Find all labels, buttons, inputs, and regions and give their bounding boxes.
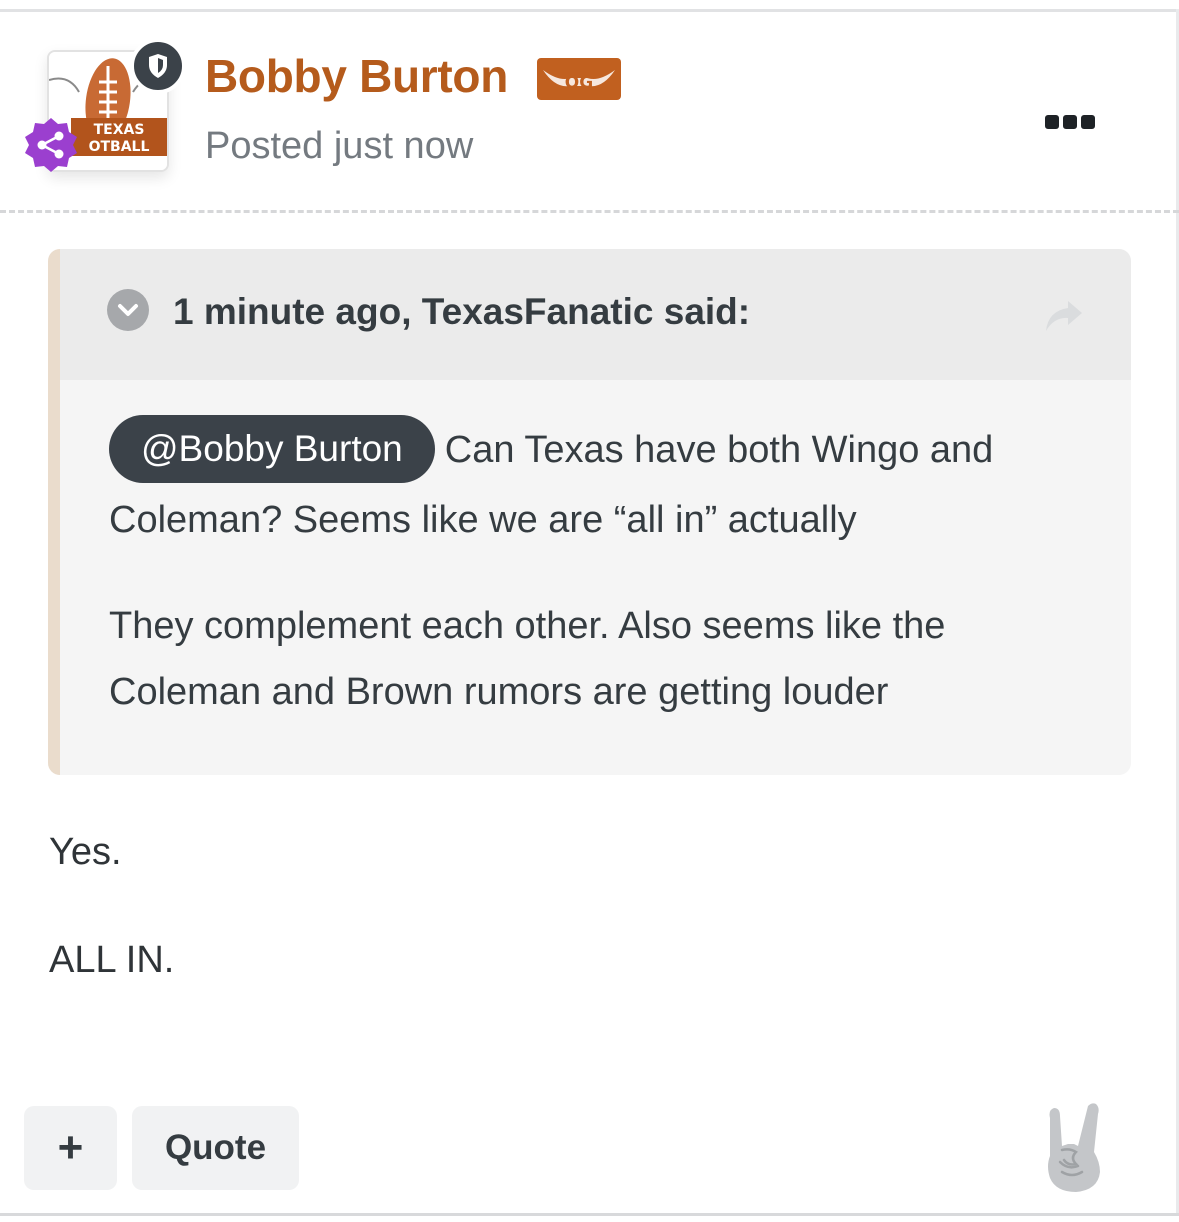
quote-text: @Bobby Burton Can Texas have both Wingo a… <box>109 415 1109 725</box>
user-mention[interactable]: @Bobby Burton <box>109 415 435 483</box>
author-name[interactable]: Bobby Burton <box>205 48 508 104</box>
quote-citation[interactable]: 1 minute ago, TexasFanatic said: <box>173 287 750 337</box>
chevron-down-icon[interactable] <box>107 289 149 331</box>
quote-line: Coleman? Seems like we are “all in” actu… <box>109 499 857 541</box>
share-network-icon <box>25 118 77 172</box>
quote-button[interactable]: Quote <box>132 1106 299 1190</box>
longhorn-og-icon: OG <box>537 58 621 100</box>
post-text-line: Yes. <box>49 831 122 873</box>
ellipsis-icon <box>1045 115 1059 129</box>
share-network-badge <box>22 116 80 174</box>
add-button[interactable]: + <box>24 1106 117 1190</box>
svg-text:OTBALL: OTBALL <box>89 139 150 155</box>
quote-accent-bar <box>48 249 60 775</box>
og-badge: OG <box>537 58 621 100</box>
quote-paragraph: They complement each other. Also seems l… <box>109 593 1109 725</box>
horns-hand-icon[interactable] <box>1040 1100 1110 1196</box>
post-text-line: ALL IN. <box>49 939 175 981</box>
header-divider <box>0 210 1179 213</box>
svg-text:TEXAS: TEXAS <box>94 122 145 138</box>
top-divider <box>0 9 1179 12</box>
ellipsis-icon <box>1063 115 1077 129</box>
quote-line: Coleman and Brown rumors are getting lou… <box>109 671 889 713</box>
share-arrow-icon[interactable] <box>1042 297 1086 335</box>
quote-header: 1 minute ago, TexasFanatic said: <box>60 249 1131 380</box>
quote-line: @Bobby Burton Can Texas have both Wingo a… <box>109 415 1109 485</box>
quote-line: They complement each other. Also seems l… <box>109 605 946 647</box>
more-options-button[interactable] <box>1040 110 1100 134</box>
ellipsis-icon <box>1081 115 1095 129</box>
bottom-divider <box>0 1213 1179 1216</box>
shield-icon <box>149 54 167 78</box>
shield-badge <box>130 38 186 94</box>
svg-text:OG: OG <box>565 73 593 93</box>
post-timestamp: Posted just now <box>205 125 474 167</box>
quote-text-segment: Can Texas have both Wingo and <box>444 429 994 471</box>
quote-block: 1 minute ago, TexasFanatic said: @Bobby … <box>48 249 1131 775</box>
